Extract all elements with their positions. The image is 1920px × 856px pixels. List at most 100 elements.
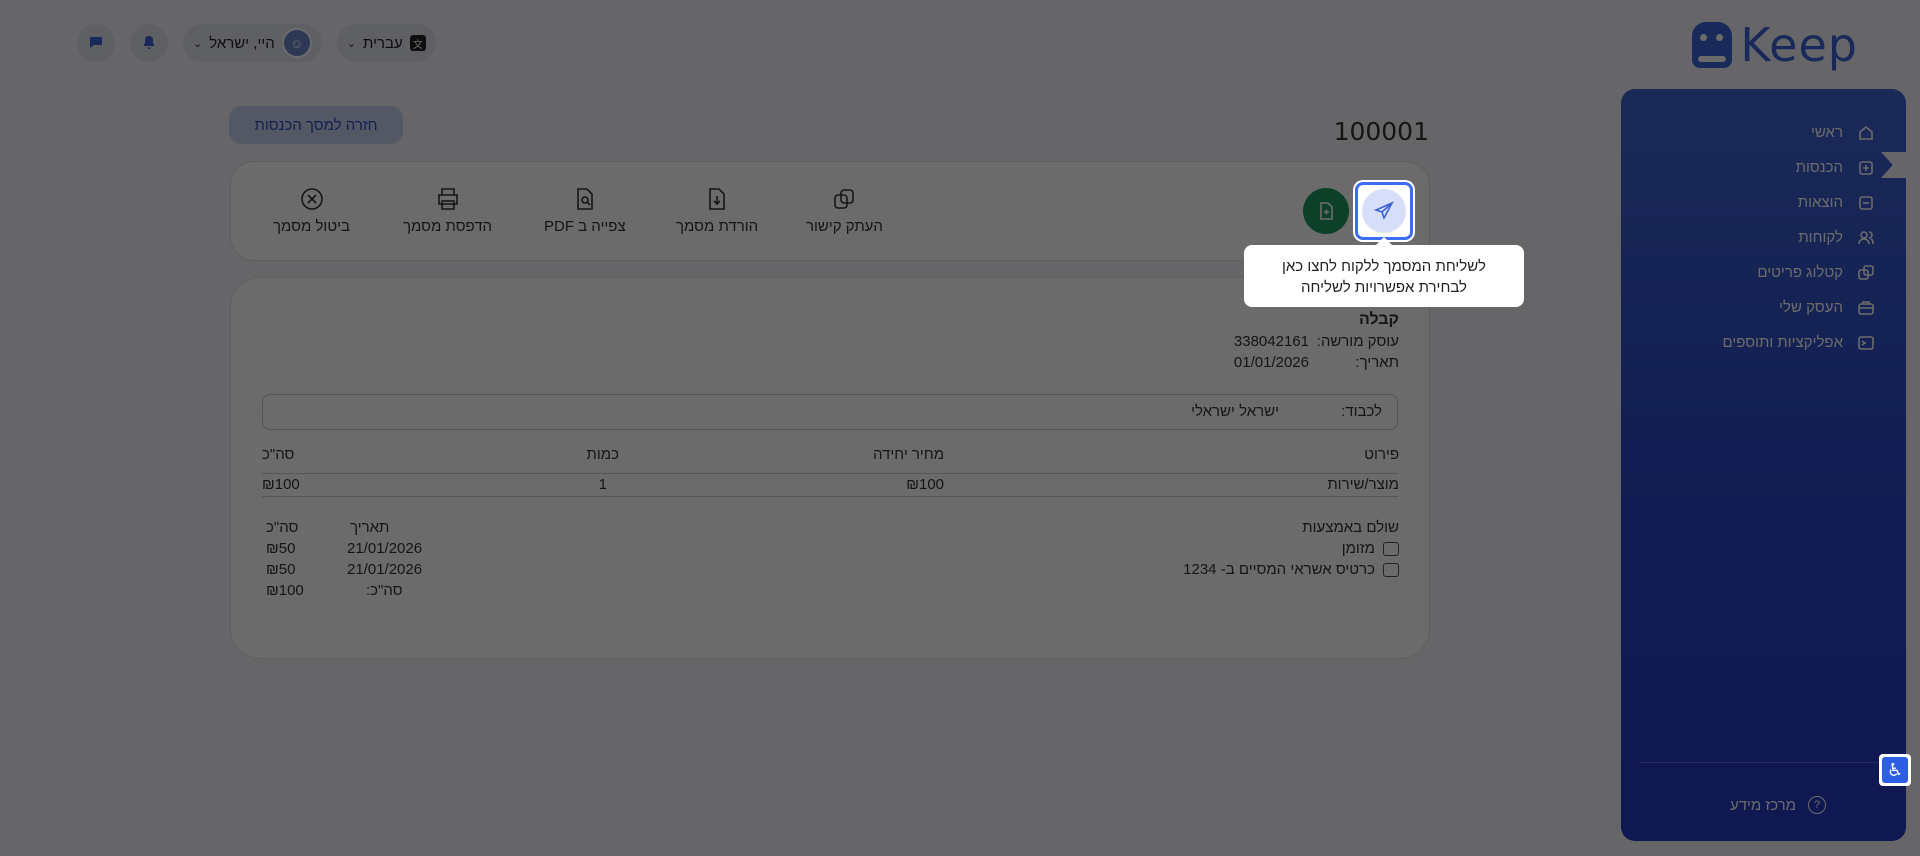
briefcase-icon [1856, 298, 1876, 318]
recipient-name: ישראל ישראלי [1191, 403, 1279, 420]
sidebar-divider [1639, 762, 1888, 763]
table-divider [262, 473, 1398, 474]
copy-link-label: העתק קישור [806, 218, 883, 235]
sidebar-item-label: אפליקציות ותוספים [1722, 334, 1843, 351]
help-center-label: מרכז מידע [1729, 796, 1796, 814]
chevron-down-icon: ⌄ [346, 37, 356, 50]
keep-logo[interactable]: Keep [1692, 18, 1858, 72]
copy-icon [834, 189, 855, 209]
sidebar-item-label: לקוחות [1798, 229, 1843, 246]
sidebar-item-expenses[interactable]: הוצאות [1621, 185, 1906, 220]
recipient-box: לכבוד: ישראל ישראלי [262, 394, 1398, 430]
accessibility-icon: ♿ [1882, 757, 1908, 783]
credit-card-icon [1383, 563, 1399, 578]
catalog-icon [1856, 263, 1876, 283]
payments-total-label: סה"כ: [366, 582, 403, 599]
col-desc: פירוט [1364, 446, 1399, 463]
customers-icon [1856, 228, 1876, 248]
user-menu[interactable]: ⌄ היי, ישראל ☺ [183, 24, 322, 62]
print-document-button[interactable]: הדפסת מסמך [403, 186, 492, 235]
sidebar-item-label: קטלוג פריטים [1757, 264, 1843, 281]
pay-col-date: תאריך [350, 519, 390, 536]
bell-icon [143, 36, 155, 49]
payments-title: שולם באמצעות [1302, 519, 1399, 536]
date-label: תאריך: [1355, 354, 1399, 371]
chat-icon [90, 37, 102, 48]
highlighted-send-button[interactable] [1355, 182, 1413, 240]
tooltip-line: לבחירת אפשרויות לשליחה [1301, 279, 1467, 296]
cancel-document-button[interactable]: ביטול מסמך [273, 186, 350, 235]
payment-method: מזומן [1341, 540, 1375, 557]
sidebar-item-label: העסק שלי [1779, 299, 1843, 316]
apps-icon [1856, 333, 1876, 353]
top-bar: ⌄ עברית 文 ⌄ היי, ישראל ☺ [77, 24, 436, 62]
col-unit-price: מחיר יחידה [873, 446, 944, 463]
sidebar-item-income[interactable]: הכנסות [1621, 150, 1906, 185]
dealer-label: עוסק מורשה: [1316, 333, 1399, 350]
sidebar-item-label: ראשי [1811, 124, 1843, 141]
language-label: עברית [363, 34, 403, 52]
table-divider [262, 496, 1398, 497]
dealer-value: 338042161 [1233, 333, 1309, 350]
app-root: Keep ⌄ עברית 文 ⌄ היי, ישראל ☺ ראשי הכנסו… [0, 0, 1920, 856]
col-qty: כמות [586, 446, 619, 463]
income-icon [1856, 158, 1876, 178]
payment-method: כרטיס אשראי המסיים ב- 1234 [1183, 561, 1375, 578]
sidebar-item-my-business[interactable]: העסק שלי [1621, 290, 1906, 325]
download-icon [709, 188, 725, 210]
download-document-button[interactable]: הורדת מסמך [676, 186, 758, 235]
payment-date: 21/01/2026 [347, 561, 423, 578]
sidebar-item-home[interactable]: ראשי [1621, 115, 1906, 150]
back-to-income-button[interactable]: חזרה למסך הכנסות [229, 106, 403, 144]
sidebar-item-catalog[interactable]: קטלוג פריטים [1621, 255, 1906, 290]
file-search-icon [577, 188, 593, 210]
question-icon: ? [1808, 796, 1826, 814]
document-type: קבלה [1358, 311, 1399, 328]
download-label: הורדת מסמך [676, 218, 759, 235]
notifications-button[interactable] [130, 24, 168, 62]
onboarding-tooltip: לשליחת המסמך ללקוח לחצו כאן לבחירת אפשרו… [1244, 237, 1524, 307]
cash-icon [1383, 542, 1399, 557]
payment-amount: ₪50 [266, 561, 296, 578]
accessibility-button[interactable]: ♿ [1879, 754, 1911, 786]
view-pdf-label: צפייה ב PDF [544, 218, 626, 235]
sidebar-item-apps[interactable]: אפליקציות ותוספים [1621, 325, 1906, 360]
sidebar-item-label: הוצאות [1797, 194, 1843, 211]
translate-icon: 文 [409, 35, 426, 51]
recipient-label: לכבוד: [1341, 403, 1382, 420]
date-value: 01/01/2026 [1233, 354, 1309, 371]
sidebar-nav: ראשי הכנסות הוצאות לקוחות קטלוג פריטים ה… [1621, 115, 1906, 360]
print-label: הדפסת מסמך [403, 218, 493, 235]
document-number: 100001 [1333, 117, 1429, 146]
row-desc: מוצר/שירות [1327, 476, 1399, 493]
copy-link-button[interactable]: העתק קישור [806, 186, 883, 235]
pay-col-total: סה"כ [266, 519, 299, 536]
whatsapp-share-button[interactable] [1303, 188, 1349, 234]
chevron-down-icon: ⌄ [193, 37, 203, 50]
paper-plane-icon [1373, 201, 1394, 221]
chat-button[interactable] [77, 24, 115, 62]
document-share-icon [1320, 202, 1333, 220]
logo-text: Keep [1740, 18, 1858, 72]
user-greeting: היי, ישראל [209, 34, 275, 52]
sidebar: ראשי הכנסות הוצאות לקוחות קטלוג פריטים ה… [1621, 89, 1907, 841]
home-icon [1856, 123, 1876, 143]
payments-total-value: ₪100 [266, 582, 304, 599]
sidebar-item-label: הכנסות [1795, 159, 1843, 176]
document-preview: קבלה עוסק מורשה: 338042161 תאריך: 01/01/… [230, 277, 1430, 659]
view-pdf-button[interactable]: צפייה ב PDF [544, 186, 626, 235]
row-unit-price: ₪100 [906, 476, 944, 493]
col-total: סה"כ [262, 446, 295, 463]
row-total: ₪100 [262, 476, 300, 493]
sidebar-item-customers[interactable]: לקוחות [1621, 220, 1906, 255]
avatar: ☺ [281, 28, 312, 58]
language-selector[interactable]: ⌄ עברית 文 [336, 24, 436, 62]
printer-icon [437, 188, 458, 210]
payment-date: 21/01/2026 [347, 540, 423, 557]
hedgehog-logo-icon [1692, 22, 1733, 68]
row-qty: 1 [598, 476, 607, 493]
help-center-link[interactable]: ? מרכז מידע [1730, 796, 1826, 814]
close-circle-icon [300, 188, 323, 210]
cancel-label: ביטול מסמך [273, 218, 350, 235]
expenses-icon [1856, 193, 1876, 213]
